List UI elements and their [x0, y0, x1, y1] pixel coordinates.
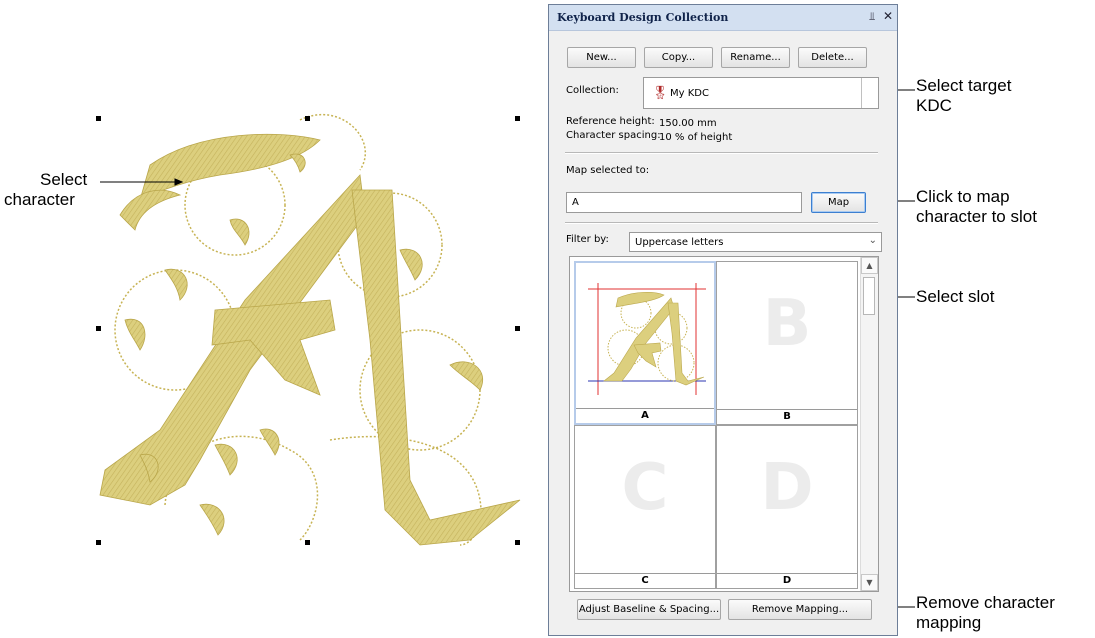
chevron-down-icon[interactable]: ⌄: [869, 235, 877, 246]
character-spacing-label: Character spacing:: [566, 130, 661, 141]
slot-d-placeholder: D: [760, 451, 814, 525]
rename-button[interactable]: Rename...: [721, 47, 790, 68]
separator: [565, 152, 878, 154]
collection-select[interactable]: 🎖 My KDC: [643, 77, 879, 109]
selection-handle-top-right[interactable]: [515, 116, 520, 121]
slot-b-placeholder: B: [762, 287, 812, 361]
filter-value: Uppercase letters: [635, 237, 724, 248]
panel-title: Keyboard Design Collection: [557, 11, 729, 24]
slot-d-caption: D: [717, 573, 857, 588]
monogram-design[interactable]: [0, 0, 545, 638]
slot-a-thumbnail: [588, 283, 706, 395]
slot-c-caption: C: [575, 573, 715, 588]
scroll-up-icon[interactable]: ▲: [861, 257, 878, 274]
callout-line: KDC: [916, 96, 952, 115]
filter-select[interactable]: Uppercase letters ⌄: [629, 232, 882, 252]
callout-line: mapping: [916, 613, 982, 632]
selection-handle-bottom[interactable]: [305, 540, 310, 545]
selection-handle-top-left[interactable]: [96, 116, 101, 121]
map-button[interactable]: Map: [811, 192, 866, 213]
slot-a-caption: A: [576, 408, 714, 423]
slot-grid[interactable]: A B B C C D D ▲ ▼: [569, 256, 879, 592]
slot-c[interactable]: C C: [574, 425, 716, 589]
slot-b-caption: B: [717, 409, 857, 424]
delete-button[interactable]: Delete...: [798, 47, 867, 68]
selection-handle-left[interactable]: [96, 326, 101, 331]
reference-height-label: Reference height:: [566, 116, 655, 127]
callout-select-character-2: character: [4, 190, 75, 210]
callout-click-to-map: Click to map character to slot: [916, 187, 1037, 227]
callout-line: Select: [40, 170, 88, 189]
adjust-baseline-spacing-button[interactable]: Adjust Baseline & Spacing...: [577, 599, 721, 620]
collection-icon: 🎖: [652, 86, 669, 101]
slot-a[interactable]: A: [574, 261, 716, 425]
callout-line: character to slot: [916, 207, 1037, 226]
remove-mapping-button[interactable]: Remove Mapping...: [728, 599, 872, 620]
selection-handle-bottom-right[interactable]: [515, 540, 520, 545]
selection-handle-top[interactable]: [305, 116, 310, 121]
selection-handle-bottom-left[interactable]: [96, 540, 101, 545]
panel-titlebar[interactable]: Keyboard Design Collection ⫫ ✕: [549, 5, 897, 31]
design-canvas[interactable]: [0, 0, 545, 638]
separator: [565, 222, 878, 224]
callout-remove-mapping: Remove character mapping: [916, 593, 1055, 633]
slot-b[interactable]: B B: [716, 261, 858, 425]
filter-label: Filter by:: [566, 234, 609, 245]
callout-select-character: Select: [40, 170, 87, 190]
scroll-down-icon[interactable]: ▼: [861, 574, 878, 591]
callout-line: character: [4, 190, 75, 209]
map-target-value: A: [572, 197, 579, 208]
callout-line: Select slot: [916, 287, 995, 306]
callout-line: Select target: [916, 76, 1012, 95]
slot-grid-scrollbar[interactable]: ▲ ▼: [860, 257, 878, 591]
slot-d[interactable]: D D: [716, 425, 858, 589]
collection-label: Collection:: [566, 85, 619, 96]
callout-select-target-kdc: Select target KDC: [916, 76, 1011, 116]
keyboard-design-collection-panel: Keyboard Design Collection ⫫ ✕ New... Co…: [548, 4, 898, 636]
collection-value: My KDC: [670, 88, 709, 99]
scrollbar-thumb[interactable]: [863, 277, 875, 315]
collection-dropdown-arrow[interactable]: [861, 78, 878, 108]
callout-select-slot: Select slot: [916, 287, 994, 307]
new-button[interactable]: New...: [567, 47, 636, 68]
callout-line: Remove character: [916, 593, 1055, 612]
reference-height-value: 150.00 mm: [659, 118, 717, 129]
stitched-letter: [99, 133, 521, 546]
callout-line: Click to map: [916, 187, 1010, 206]
character-spacing-value: 10 % of height: [659, 132, 733, 143]
close-icon[interactable]: ✕: [883, 9, 893, 23]
map-target-input[interactable]: A: [566, 192, 802, 213]
map-selected-label: Map selected to:: [566, 165, 650, 176]
selection-handle-right[interactable]: [515, 326, 520, 331]
copy-button[interactable]: Copy...: [644, 47, 713, 68]
pin-icon[interactable]: ⫫: [869, 10, 875, 24]
slot-c-placeholder: C: [621, 451, 669, 525]
